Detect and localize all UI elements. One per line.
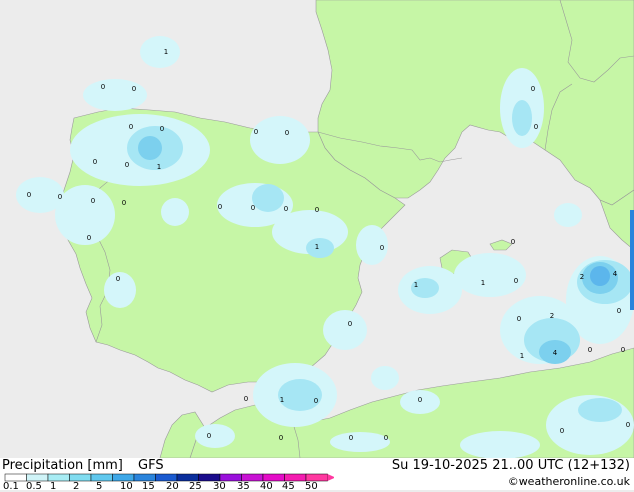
scale-swatch [112,473,135,482]
scale-label: 30 [213,481,226,492]
point-value: 0 [27,191,31,199]
point-value: 0 [244,395,248,403]
scale-swatch [305,473,328,482]
point-value: 0 [617,307,621,315]
point-value: 0 [218,203,222,211]
point-value: 4 [613,270,618,278]
point-value: 0 [93,158,97,166]
scale-swatch [69,473,92,482]
point-value: 1 [520,352,524,360]
scale-swatch [219,473,242,482]
point-value: 0 [531,85,535,93]
point-value: 0 [125,161,129,169]
scale-label: 25 [189,481,202,492]
point-value: 0 [254,128,258,136]
scale-label: 1 [50,481,57,492]
precip-edge [630,210,634,310]
scale-swatch [90,473,113,482]
scale-label: 40 [260,481,273,492]
point-value: 0 [315,206,319,214]
point-value: 0 [534,123,538,131]
point-value: 0 [349,434,353,442]
scale-swatch [198,473,221,482]
point-value: 0 [91,197,95,205]
point-value: 0 [384,434,388,442]
scale-swatch [47,473,70,482]
point-value: 2 [550,312,554,320]
footer-valid-time: Su 19-10-2025 21..00 UTC (12+132) [391,458,630,473]
credit-text: ©weatheronline.co.uk [507,475,630,488]
map-canvas: 1 0 0 0 0 0 0 0 1 0 0 0 0 0 0 0 0 0 0 1 0 0 0 0 0 1 1 0 0 2 1 4 0 0 2 4 0 0 1 0… [0,0,634,459]
scale-label: 35 [237,481,250,492]
scale-label: 5 [96,481,103,492]
point-value: 0 [132,85,136,93]
point-value: 0 [514,277,518,285]
scale-swatch [133,473,156,482]
scale-label: 20 [166,481,179,492]
point-value: 0 [588,346,592,354]
precipitation-map: 1 0 0 0 0 0 0 0 1 0 0 0 0 0 0 0 0 0 0 1 0 0 0 0 0 1 1 0 0 2 1 4 0 0 2 4 0 0 1 0… [0,0,634,459]
point-value: 0 [418,396,422,404]
scale-swatch [241,473,264,482]
scale-label: 50 [305,481,318,492]
scale-swatch [284,473,307,482]
point-value: 0 [621,346,625,354]
point-value: 0 [626,421,630,429]
point-value: 0 [348,320,352,328]
point-value: 0 [116,275,120,283]
scale-label: 0.5 [26,481,42,492]
point-value: 1 [315,243,319,251]
point-value: 0 [285,129,289,137]
point-value: 0 [517,315,521,323]
point-value: 1 [157,163,161,171]
point-value: 0 [160,125,164,133]
scale-label: 0.1 [3,481,19,492]
point-value: 0 [207,432,211,440]
point-value: 0 [129,123,133,131]
point-value: 2 [580,273,584,281]
scale-swatch [176,473,199,482]
point-value: 4 [553,349,558,357]
scale-arrow [327,474,334,481]
point-value: 0 [560,427,564,435]
footer-model: GFS [138,458,164,473]
point-value: 0 [101,83,105,91]
scale-swatch [26,473,49,482]
point-value: 1 [164,48,168,56]
scale-label: 45 [282,481,295,492]
point-value: 0 [251,204,255,212]
point-value: 0 [58,193,62,201]
point-value: 0 [380,244,384,252]
point-value: 0 [314,397,318,405]
point-value: 1 [280,396,284,404]
scale-label: 15 [142,481,155,492]
scale-swatch [4,473,27,482]
point-value: 0 [279,434,283,442]
scale-swatch [262,473,285,482]
point-value: 1 [414,281,418,289]
point-value: 0 [511,238,515,246]
point-value: 1 [481,279,485,287]
precip-core [590,266,610,286]
scale-label: 2 [73,481,80,492]
scale-swatch [155,473,178,482]
scale-label: 10 [120,481,133,492]
point-value: 0 [284,205,288,213]
point-value: 0 [122,199,126,207]
footer-title: Precipitation [mm] [2,458,123,473]
point-value: 0 [87,234,91,242]
